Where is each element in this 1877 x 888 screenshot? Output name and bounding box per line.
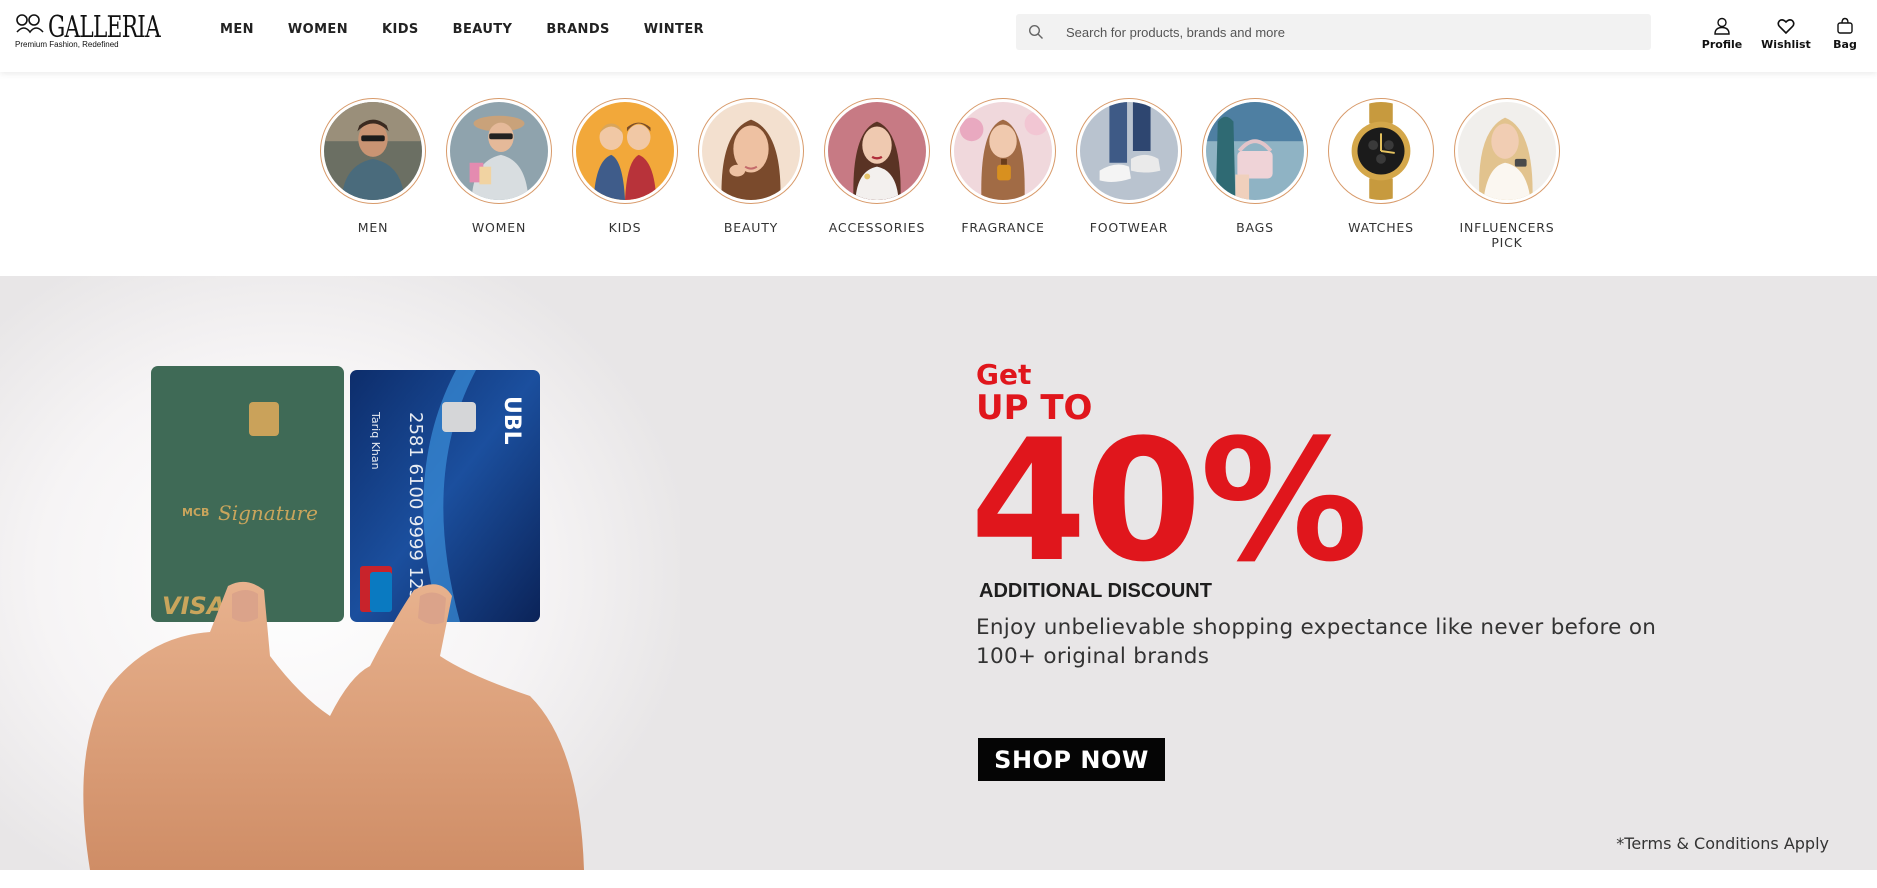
category-label: ACCESSORIES <box>828 220 926 235</box>
shop-now-button[interactable]: SHOP NOW <box>978 738 1165 781</box>
terms-conditions-note: *Terms & Conditions Apply <box>1616 834 1829 853</box>
kids-category-image <box>576 102 674 200</box>
category-strip: MEN WOMEN KIDS BEAUTY ACCESSORIES FRAGRA… <box>0 72 1877 276</box>
influencers-category-image <box>1458 102 1556 200</box>
category-label: BAGS <box>1236 220 1274 235</box>
bag-icon <box>1837 17 1853 34</box>
nav-brands[interactable]: BRANDS <box>546 22 609 37</box>
category-label: WOMEN <box>471 220 527 235</box>
bag-label: Bag <box>1833 38 1857 51</box>
category-fragrance[interactable]: FRAGRANCE <box>940 98 1066 235</box>
category-kids[interactable]: KIDS <box>562 98 688 235</box>
svg-text:2581 6100 9999 123: 2581 6100 9999 123 <box>405 412 426 601</box>
logo-tagline: Premium Fashion, Redefined <box>15 40 119 49</box>
category-label: BEAUTY <box>723 220 779 235</box>
heart-icon <box>1777 19 1795 35</box>
nav-beauty[interactable]: BEAUTY <box>453 22 513 37</box>
category-men[interactable]: MEN <box>310 98 436 235</box>
wishlist-button[interactable]: Wishlist <box>1756 16 1816 51</box>
bags-category-image <box>1206 102 1304 200</box>
svg-text:Signature: Signature <box>218 501 318 525</box>
bag-button[interactable]: Bag <box>1815 16 1875 51</box>
search-input[interactable] <box>1066 14 1636 50</box>
logo-mark-icon <box>16 14 44 34</box>
category-women[interactable]: WOMEN <box>436 98 562 235</box>
category-influencers-pick[interactable]: INFLUENCERS PICK <box>1444 98 1570 250</box>
credit-cards-in-hands-image: MCB Signature VISA UBL 2581 6100 9999 12… <box>0 276 680 870</box>
beauty-category-image <box>702 102 800 200</box>
category-beauty[interactable]: BEAUTY <box>688 98 814 235</box>
women-category-image <box>450 102 548 200</box>
svg-text:Tariq Khan: Tariq Khan <box>369 411 382 470</box>
category-label: MEN <box>357 220 389 235</box>
profile-button[interactable]: Profile <box>1692 16 1752 51</box>
category-label: FRAGRANCE <box>961 220 1045 235</box>
men-category-image <box>324 102 422 200</box>
svg-text:VISA: VISA <box>162 592 225 620</box>
category-label: INFLUENCERS PICK <box>1459 220 1555 250</box>
nav-kids[interactable]: KIDS <box>382 22 419 37</box>
watches-category-image <box>1332 102 1430 200</box>
fragrance-category-image <box>954 102 1052 200</box>
category-label: WATCHES <box>1348 220 1414 235</box>
promo-text-block: Get UP TO 40% ADDITIONAL DISCOUNT Enjoy … <box>970 358 1696 671</box>
nav-winter[interactable]: WINTER <box>644 22 704 37</box>
page-bottom-gap <box>0 870 1877 888</box>
category-accessories[interactable]: ACCESSORIES <box>814 98 940 235</box>
svg-text:MCB: MCB <box>182 506 209 519</box>
promo-banner[interactable]: MCB Signature VISA UBL 2581 6100 9999 12… <box>0 276 1877 870</box>
promo-percent: 40% <box>970 403 1368 599</box>
category-label: KIDS <box>608 220 642 235</box>
nav-women[interactable]: WOMEN <box>288 22 348 37</box>
accessories-category-image <box>828 102 926 200</box>
profile-label: Profile <box>1701 38 1743 51</box>
svg-text:UBL: UBL <box>499 396 524 445</box>
category-watches[interactable]: WATCHES <box>1318 98 1444 235</box>
galleria-logo[interactable]: GALLERIA Premium Fashion, Redefined <box>14 10 161 52</box>
promo-get-text: Get <box>976 358 1032 391</box>
promo-description: Enjoy unbelievable shopping expectance l… <box>976 615 1657 669</box>
search-icon <box>1028 24 1043 39</box>
site-header: GALLERIA Premium Fashion, Redefined MEN … <box>0 0 1877 72</box>
category-footwear[interactable]: FOOTWEAR <box>1066 98 1192 235</box>
category-label: FOOTWEAR <box>1089 220 1169 235</box>
search-bar[interactable] <box>1016 14 1651 50</box>
nav-men[interactable]: MEN <box>220 22 254 37</box>
footwear-category-image <box>1080 102 1178 200</box>
wishlist-label: Wishlist <box>1761 38 1811 51</box>
main-nav: MEN WOMEN KIDS BEAUTY BRANDS WINTER <box>220 22 738 37</box>
user-icon <box>1714 17 1730 35</box>
category-bags[interactable]: BAGS <box>1192 98 1318 235</box>
